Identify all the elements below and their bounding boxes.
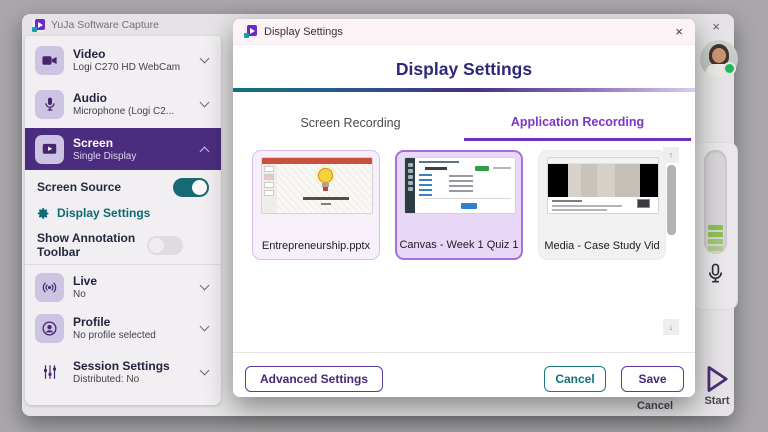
sidebar-item-sub: Distributed: No (73, 374, 192, 386)
footer-divider (233, 352, 695, 353)
screen-source-label: Screen Source (37, 180, 173, 194)
card-entrepreneurship-pptx[interactable]: Entrepreneurship.pptx (252, 150, 380, 260)
desktop: YuJa Software Capture × Video Logi C270 … (0, 0, 768, 432)
canvas-thumbnail (404, 157, 516, 214)
sidebar: Video Logi C270 HD WebCam Audio Micropho… (25, 36, 221, 405)
video-camera-icon (35, 46, 64, 75)
chevron-down-icon (200, 366, 210, 376)
sidebar-item-label: Profile (73, 315, 192, 330)
gradient-divider (233, 88, 695, 92)
card-label: Entrepreneurship.pptx (253, 240, 379, 252)
tab-screen-recording[interactable]: Screen Recording (237, 105, 464, 141)
sidebar-item-live[interactable]: Live No (25, 267, 221, 307)
start-button[interactable]: Start (700, 364, 734, 407)
sidebar-item-session-settings[interactable]: Session Settings Distributed: No (25, 352, 221, 392)
annotation-toolbar-toggle[interactable] (147, 236, 183, 255)
audio-level-meter (704, 150, 727, 254)
annotation-toolbar-row: Show Annotation Toolbar (25, 228, 221, 262)
sidebar-item-label: Audio (73, 91, 192, 106)
card-label: Canvas - Week 1 Quiz 1 (397, 239, 521, 251)
card-label: Media - Case Study Vid (539, 240, 665, 252)
sidebar-item-screen[interactable]: Screen Single Display (25, 128, 221, 170)
screen-play-icon (35, 135, 64, 164)
scroll-up-icon[interactable]: ↑ (663, 147, 679, 163)
window-close-icon[interactable]: × (712, 20, 720, 33)
powerpoint-thumbnail (261, 157, 373, 214)
sidebar-item-sub: No (73, 289, 192, 301)
sidebar-item-label: Session Settings (73, 359, 192, 374)
application-cards: Entrepreneurship.pptx (252, 150, 666, 260)
advanced-settings-button[interactable]: Advanced Settings (245, 366, 383, 392)
annotation-label: Show Annotation Toolbar (37, 231, 147, 260)
scroll-down-icon[interactable]: ↓ (663, 319, 679, 335)
sidebar-item-label: Video (73, 47, 192, 62)
person-circle-icon (35, 314, 64, 343)
chevron-down-icon (200, 54, 210, 64)
sidebar-item-video[interactable]: Video Logi C270 HD WebCam (25, 40, 221, 80)
chevron-up-icon (200, 146, 210, 156)
sidebar-item-sub: Single Display (73, 151, 192, 163)
sidebar-item-profile[interactable]: Profile No profile selected (25, 308, 221, 348)
modal-titlebar[interactable]: Display Settings (233, 19, 695, 45)
chevron-down-icon (200, 98, 210, 108)
modal-scrollbar[interactable]: ↑ ↓ (663, 147, 679, 335)
video-thumbnail (547, 157, 659, 214)
broadcast-icon (35, 273, 64, 302)
sliders-icon (35, 358, 64, 387)
display-settings-modal: Display Settings × Display Settings Scre… (233, 19, 695, 397)
screen-source-row: Screen Source (25, 174, 221, 200)
sidebar-item-sub: Microphone (Logi C2... (73, 106, 192, 118)
modal-cancel-button[interactable]: Cancel (544, 366, 606, 392)
recording-tabs: Screen Recording Application Recording (237, 105, 691, 141)
status-online-dot (723, 62, 736, 75)
play-triangle-icon (703, 364, 731, 394)
display-settings-link[interactable]: Display Settings (37, 206, 150, 220)
sidebar-item-label: Screen (73, 136, 192, 151)
window-title: YuJa Software Capture (51, 19, 159, 31)
tab-application-recording[interactable]: Application Recording (464, 105, 691, 141)
window-cancel-button[interactable]: Cancel (625, 400, 685, 412)
display-settings-label: Display Settings (57, 206, 150, 220)
chevron-down-icon (200, 322, 210, 332)
sidebar-divider (25, 264, 221, 265)
modal-heading: Display Settings (233, 59, 695, 80)
modal-titlebar-title: Display Settings (264, 26, 343, 38)
start-label: Start (700, 395, 734, 407)
gear-icon (37, 207, 50, 220)
scrollbar-thumb[interactable] (667, 165, 676, 235)
sidebar-item-label: Live (73, 274, 192, 289)
modal-close-icon[interactable]: × (675, 25, 683, 38)
chevron-down-icon (200, 281, 210, 291)
card-media-case-study[interactable]: Media - Case Study Vid (538, 150, 666, 260)
sidebar-item-audio[interactable]: Audio Microphone (Logi C2... (25, 84, 221, 124)
microphone-icon (35, 90, 64, 119)
sidebar-item-sub: No profile selected (73, 330, 192, 342)
sidebar-item-sub: Logi C270 HD WebCam (73, 62, 192, 74)
card-canvas-week1-quiz[interactable]: Canvas - Week 1 Quiz 1 (395, 150, 523, 260)
yuja-logo-icon (244, 25, 257, 38)
yuja-logo-icon (32, 19, 45, 32)
save-button[interactable]: Save (621, 366, 684, 392)
mic-indicator-icon (704, 262, 727, 285)
screen-source-toggle[interactable] (173, 178, 209, 197)
